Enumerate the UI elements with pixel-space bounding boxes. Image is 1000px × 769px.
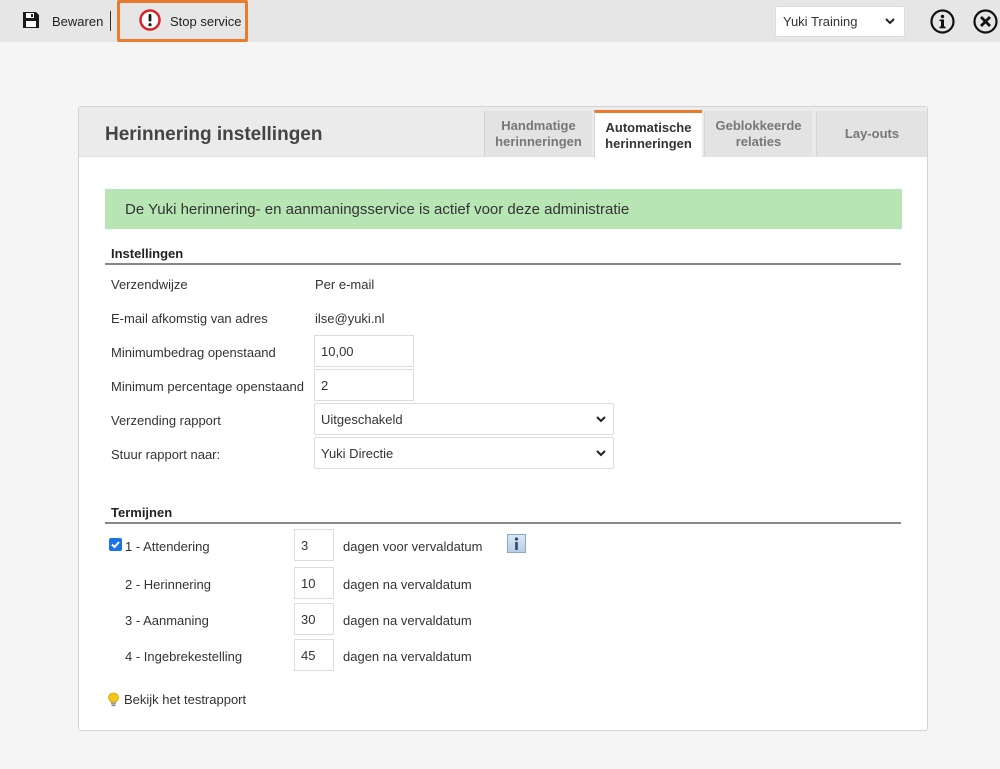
tab-automatic-reminders[interactable]: Automatische herinneringen: [594, 110, 702, 158]
report-shipping-value: Uitgeschakeld: [321, 411, 403, 427]
page-title: Herinnering instellingen: [105, 124, 323, 145]
report-shipping-select[interactable]: Uitgeschakeld: [314, 403, 614, 435]
shipping-method-label: Verzendwijze: [111, 277, 188, 292]
test-report-link[interactable]: Bekijk het testrapport: [107, 692, 246, 707]
toolbar-separator: [110, 11, 111, 31]
stop-service-button[interactable]: Stop service: [117, 0, 248, 42]
lightbulb-icon: [107, 692, 120, 707]
min-percentage-label: Minimum percentage openstaand: [111, 379, 304, 394]
send-report-to-value: Yuki Directie: [321, 445, 394, 461]
save-button[interactable]: Bewaren: [22, 10, 103, 32]
term-label: 2 - Herinnering: [125, 577, 211, 592]
info-tooltip-icon[interactable]: [507, 534, 526, 553]
term-label: 1 - Attendering: [125, 539, 210, 554]
sender-email-value: ilse@yuki.nl: [315, 311, 385, 326]
toolbar: Bewaren Stop service Yuki Training: [0, 0, 1000, 42]
term-days-input[interactable]: 3: [294, 529, 334, 561]
administration-value: Yuki Training: [783, 14, 858, 29]
term-suffix: dagen na vervaldatum: [343, 577, 472, 592]
min-amount-input[interactable]: 10,00: [314, 335, 414, 367]
reminder-settings-panel: Herinnering instellingen Handmatige heri…: [78, 106, 928, 731]
report-shipping-label: Verzending rapport: [111, 413, 221, 428]
min-amount-label: Minimumbedrag openstaand: [111, 345, 276, 360]
administration-select[interactable]: Yuki Training: [775, 6, 905, 37]
term-days-input[interactable]: 45: [294, 639, 334, 671]
chevron-down-icon: [595, 413, 607, 428]
term-label: 4 - Ingebrekestelling: [125, 649, 243, 664]
tab-layouts[interactable]: Lay-outs: [816, 111, 927, 157]
term-suffix: dagen na vervaldatum: [343, 613, 472, 628]
info-icon[interactable]: [930, 9, 955, 37]
term-days-input[interactable]: 30: [294, 603, 334, 635]
settings-section-title: Instellingen: [111, 246, 184, 261]
terms-section-title: Termijnen: [111, 505, 173, 520]
test-report-label: Bekijk het testrapport: [124, 692, 247, 707]
status-banner-text: De Yuki herinnering- en aanmaningsservic…: [125, 200, 630, 218]
close-icon[interactable]: [973, 9, 998, 37]
settings-divider: [105, 263, 901, 265]
send-report-to-select[interactable]: Yuki Directie: [314, 437, 614, 469]
send-report-to-label: Stuur rapport naar:: [111, 447, 221, 462]
attendering-checkbox[interactable]: [109, 538, 122, 551]
floppy-disk-icon: [22, 11, 52, 32]
stop-service-label: Stop service: [170, 13, 242, 29]
status-banner: De Yuki herinnering- en aanmaningsservic…: [105, 189, 902, 229]
panel-header: Herinnering instellingen Handmatige heri…: [79, 107, 927, 158]
save-button-label: Bewaren: [52, 13, 104, 29]
tab-blocked-relations[interactable]: Geblokkeerde relaties: [704, 111, 812, 157]
chevron-down-icon: [595, 447, 607, 462]
shipping-method-value: Per e-mail: [315, 277, 375, 292]
warning-circle-icon: [139, 8, 170, 34]
term-days-input[interactable]: 10: [294, 567, 334, 599]
term-suffix: dagen na vervaldatum: [343, 649, 472, 664]
term-suffix: dagen voor vervaldatum: [343, 539, 483, 554]
sender-email-label: E-mail afkomstig van adres: [111, 311, 268, 326]
chevron-down-icon: [884, 15, 896, 30]
terms-divider: [105, 522, 901, 524]
tab-manual-reminders[interactable]: Handmatige herinneringen: [484, 111, 592, 157]
term-label: 3 - Aanmaning: [125, 613, 209, 628]
min-percentage-input[interactable]: 2: [314, 369, 414, 401]
